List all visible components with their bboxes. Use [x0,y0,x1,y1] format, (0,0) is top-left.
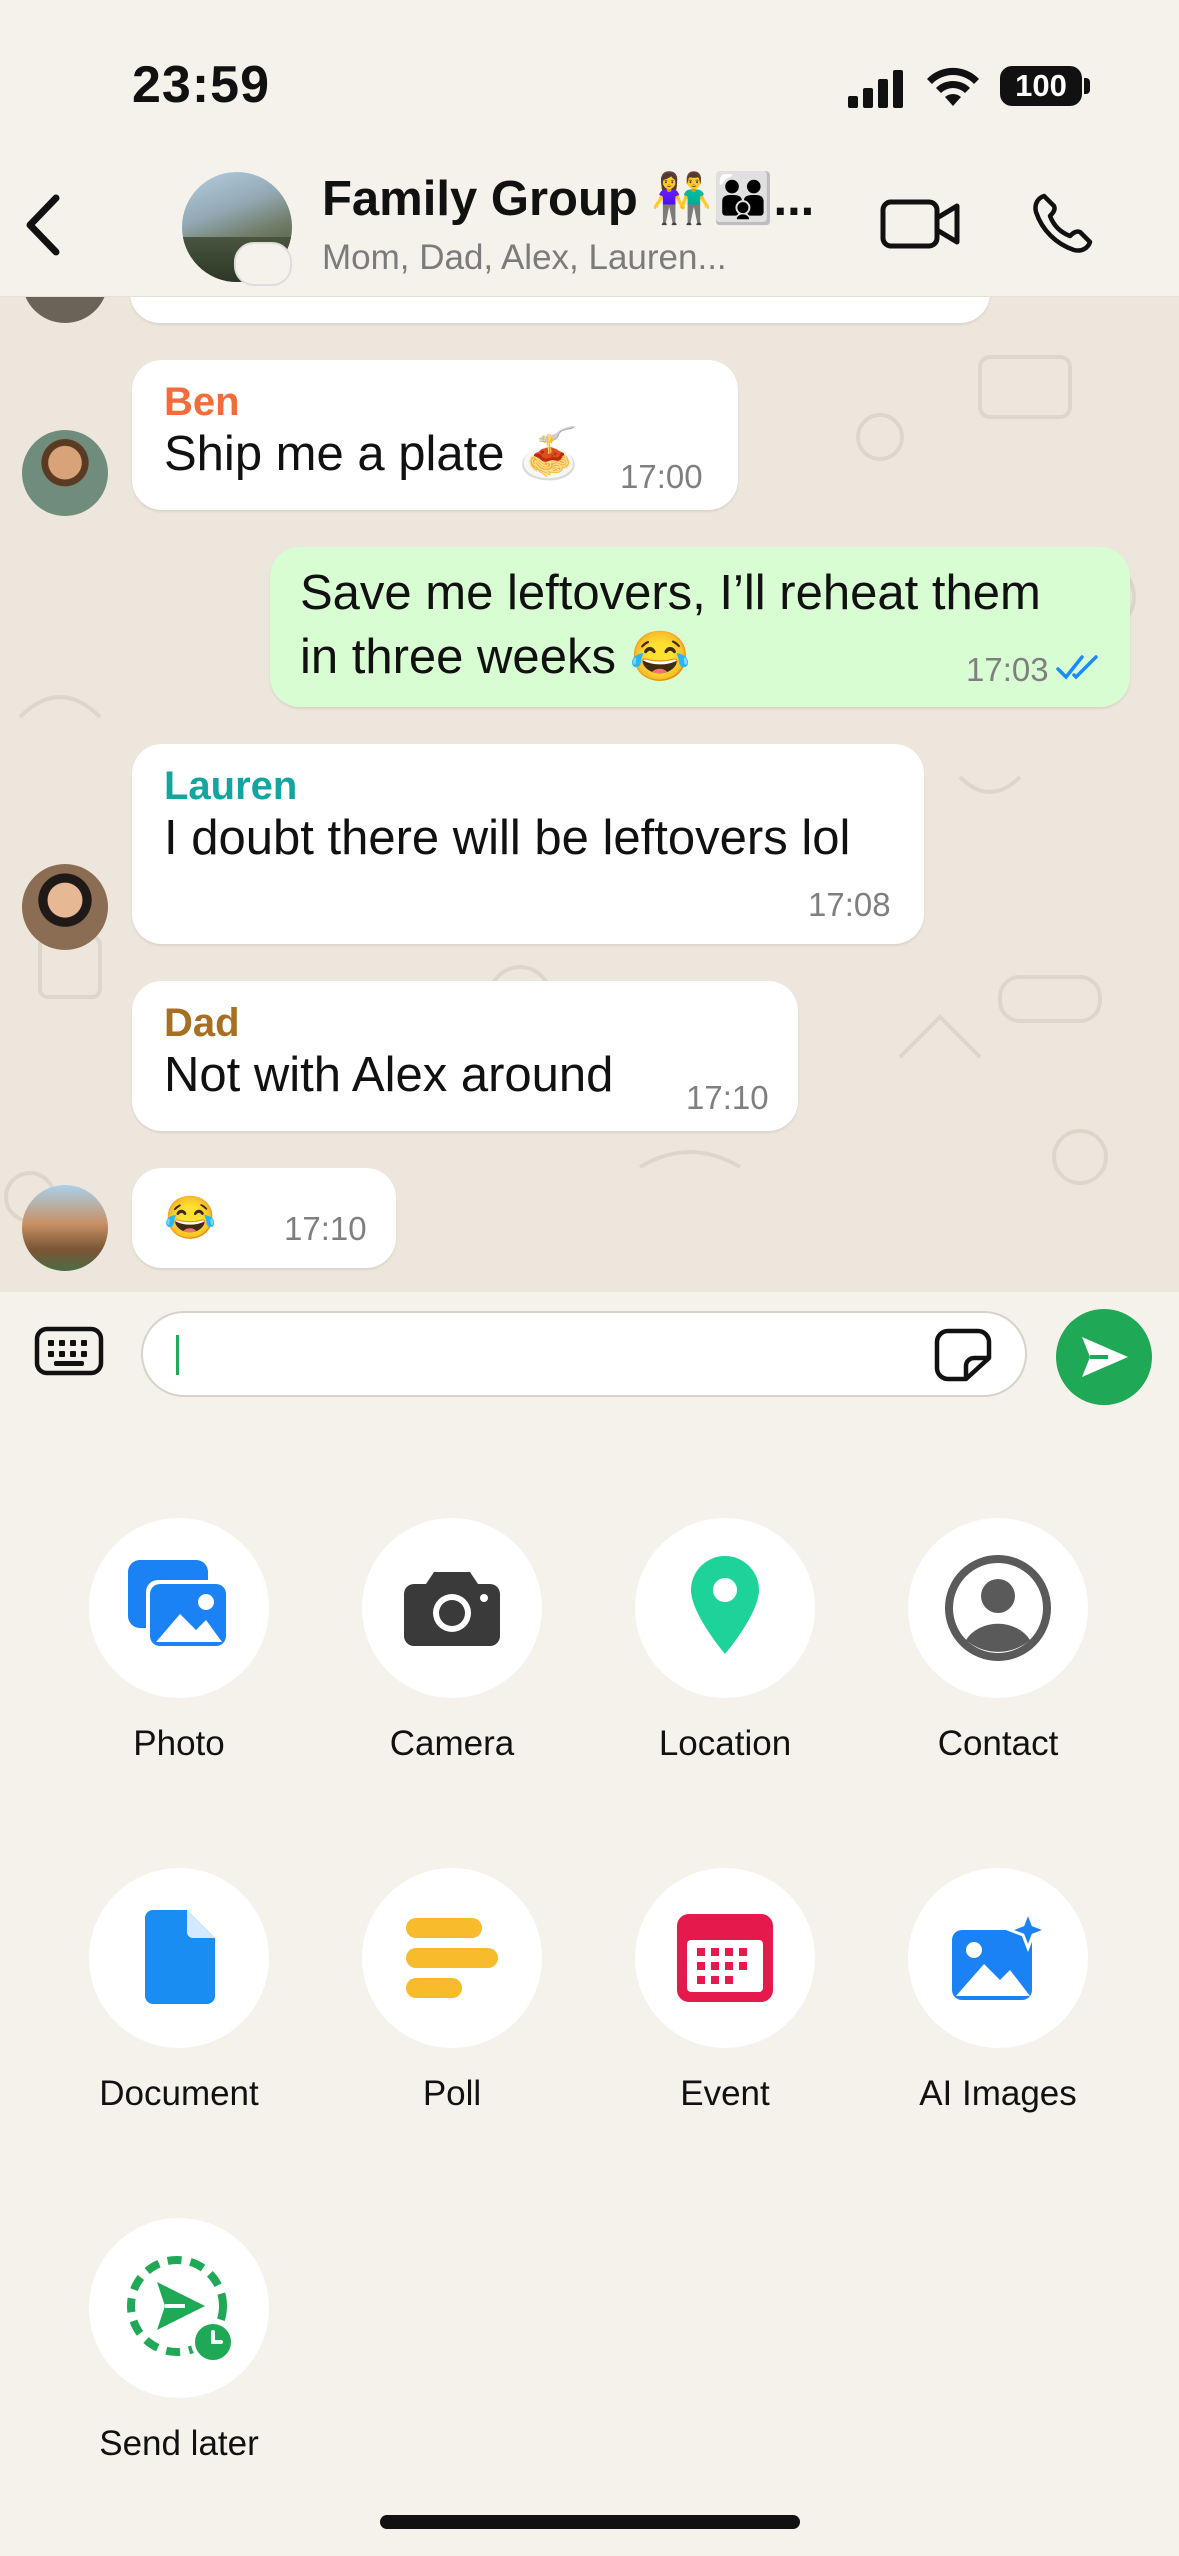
message-text: 😂 [164,1194,217,1241]
message-bubble[interactable]: Ben Ship me a plate 🍝 17:00 [132,360,738,510]
send-button[interactable] [1056,1309,1152,1405]
sender-avatar-lauren[interactable] [22,864,108,950]
attach-send-later-button[interactable] [89,2218,269,2398]
battery-cap [1084,78,1090,94]
location-icon [691,1556,759,1654]
sender-avatar-ben[interactable] [22,430,108,516]
text-caret [176,1335,179,1375]
message-bubble[interactable]: Lauren I doubt there will be leftovers l… [132,744,924,944]
phone-call-icon[interactable] [1030,192,1094,256]
message-input[interactable] [141,1311,1027,1397]
attach-camera-button[interactable] [362,1518,542,1698]
document-icon [145,1910,215,2004]
message-text: Ship me a plate 🍝 [164,427,580,481]
keyboard-icon[interactable] [34,1326,104,1376]
attach-location-button[interactable] [635,1518,815,1698]
photo-icon [128,1560,230,1650]
battery-indicator: 100 [1000,66,1082,106]
message-bubble[interactable]: Dad Not with Alex around 17:10 [132,981,798,1131]
message-bubble-partial [130,297,990,323]
video-call-icon[interactable] [880,196,960,252]
sender-avatar-dad[interactable] [22,1185,108,1271]
attach-event-button[interactable] [635,1868,815,2048]
community-badge-icon [234,242,292,286]
read-receipt-icon [1056,655,1098,680]
attach-poll-button[interactable] [362,1868,542,2048]
attach-photo-label: Photo [133,1724,225,1763]
status-time: 23:59 [132,56,270,114]
attach-document-button[interactable] [89,1868,269,2048]
group-members[interactable]: Mom, Dad, Alex, Lauren... [322,238,727,278]
group-title[interactable]: Family Group 👫👪... [322,170,814,227]
camera-icon [404,1572,500,1646]
attach-ai-images-label: AI Images [919,2074,1077,2113]
ai-images-icon [952,1912,1048,2000]
message-time: 17:08 [808,886,891,923]
message-time: 17:10 [686,1079,769,1116]
event-icon [677,1914,773,2002]
message-sender: Lauren [164,764,298,808]
attach-photo-button[interactable] [89,1518,269,1698]
attach-contact-label: Contact [937,1724,1059,1763]
attach-camera-label: Camera [389,1724,515,1763]
contact-icon [945,1555,1051,1661]
message-text: Not with Alex around [164,1048,614,1102]
message-sender: Dad [164,1001,240,1045]
attach-location-label: Location [658,1724,792,1763]
wifi-icon [927,67,979,106]
poll-icon [406,1918,498,1998]
message-time: 17:10 [284,1210,367,1247]
cellular-signal-icon [848,70,903,108]
message-text-line1: Save me leftovers, I’ll reheat them [300,566,1041,620]
attach-ai-images-button[interactable] [908,1868,1088,2048]
chat-area: Ben Ship me a plate 🍝 17:00 Save me left… [0,297,1179,1292]
message-time: 17:00 [620,458,703,495]
send-icon [1082,1337,1128,1377]
message-sender: Ben [164,380,240,424]
attach-contact-button[interactable] [908,1518,1088,1698]
back-arrow-icon[interactable] [18,190,68,260]
attach-document-label: Document [99,2074,259,2113]
sticker-icon[interactable] [934,1328,992,1382]
message-bubble[interactable]: 😂 17:10 [132,1168,396,1268]
attach-event-label: Event [680,2074,770,2113]
attach-send-later-label: Send later [99,2424,259,2463]
message-bubble-outgoing[interactable]: Save me leftovers, I’ll reheat them in t… [270,547,1130,707]
home-indicator [380,2515,800,2529]
message-text-line2: in three weeks 😂 [300,630,691,684]
message-time: 17:03 [966,651,1049,688]
send-later-icon [127,2256,235,2364]
message-text: I doubt there will be leftovers lol [164,811,851,865]
attach-poll-label: Poll [422,2074,482,2113]
